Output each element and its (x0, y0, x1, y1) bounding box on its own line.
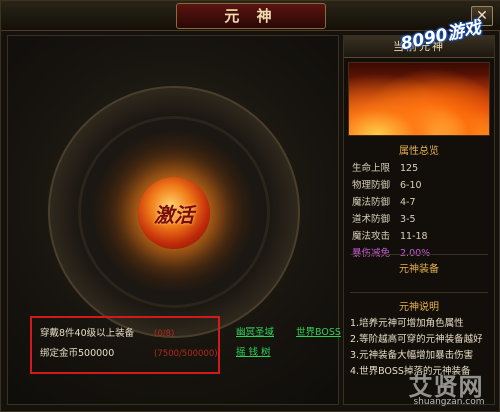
stat-name: 魔法防御 (352, 197, 391, 208)
note-item: 2.等阶越高可穿的元神装备越好 (350, 334, 483, 345)
stat-value: 125 (400, 163, 419, 174)
attribute-panel: 当前元神 属性总览 生命上限 125 物理防御 6-10 魔法防御 4-7 道术… (343, 35, 495, 405)
requirement-row: 穿戴8件40级以上装备 (0/8) (38, 324, 212, 344)
stat-row: 生命上限 125 (352, 160, 492, 177)
note-item: 3.元神装备大幅增加暴击伤害 (350, 350, 474, 361)
requirement-label: 绑定金币500000 (40, 348, 115, 359)
stat-row: 道术防御 3-5 (352, 211, 492, 228)
stat-name: 物理防御 (352, 180, 391, 191)
badge-text: 8090游戏 (399, 17, 483, 55)
money-tree-link[interactable]: 摇 钱 树 (236, 344, 271, 358)
stat-value: 6-10 (400, 180, 422, 191)
world-boss-link[interactable]: 世界BOSS (296, 324, 341, 338)
activate-orb-button[interactable]: 激活 (138, 177, 210, 249)
site-watermark-url: shuangzan.com (413, 397, 485, 407)
stat-value: 3-5 (400, 214, 416, 225)
requirements-box: 穿戴8件40级以上装备 (0/8) 绑定金币500000 (7500/50000… (30, 316, 220, 374)
soul-stage: 激活 穿戴8件40级以上装备 (0/8) 绑定金币500000 (7500/50… (7, 35, 341, 405)
notes-title: 元神说明 (399, 302, 439, 313)
nether-realm-link[interactable]: 幽冥圣域 (236, 324, 274, 338)
requirement-progress: (7500/500000) (154, 349, 218, 359)
stat-name: 生命上限 (352, 163, 391, 174)
divider (350, 254, 488, 255)
requirement-row: 绑定金币500000 (7500/500000) (38, 344, 218, 364)
equipment-title: 元神装备 (399, 264, 439, 275)
stat-name: 魔法攻击 (352, 231, 391, 242)
stat-row: 魔法防御 4-7 (352, 194, 492, 211)
stat-row: 物理防御 6-10 (352, 177, 492, 194)
stat-row: 魔法攻击 11-18 (352, 228, 492, 245)
window-title: 元 神 (176, 3, 326, 29)
requirement-label: 穿戴8件40级以上装备 (40, 328, 135, 339)
stat-value: 4-7 (400, 197, 416, 208)
requirement-progress: (0/8) (154, 329, 175, 339)
attributes-title: 属性总览 (399, 146, 439, 157)
stat-value: 11-18 (400, 231, 428, 242)
orb-label: 激活 (154, 203, 194, 227)
soul-window: 元 神 ✕ 激活 穿戴8件40级以上装备 (0/8) 绑定金币500000 (7… (0, 0, 500, 412)
divider (350, 292, 488, 293)
note-item: 1.培养元神可增加角色属性 (350, 318, 464, 329)
stat-name: 道术防御 (352, 214, 391, 225)
